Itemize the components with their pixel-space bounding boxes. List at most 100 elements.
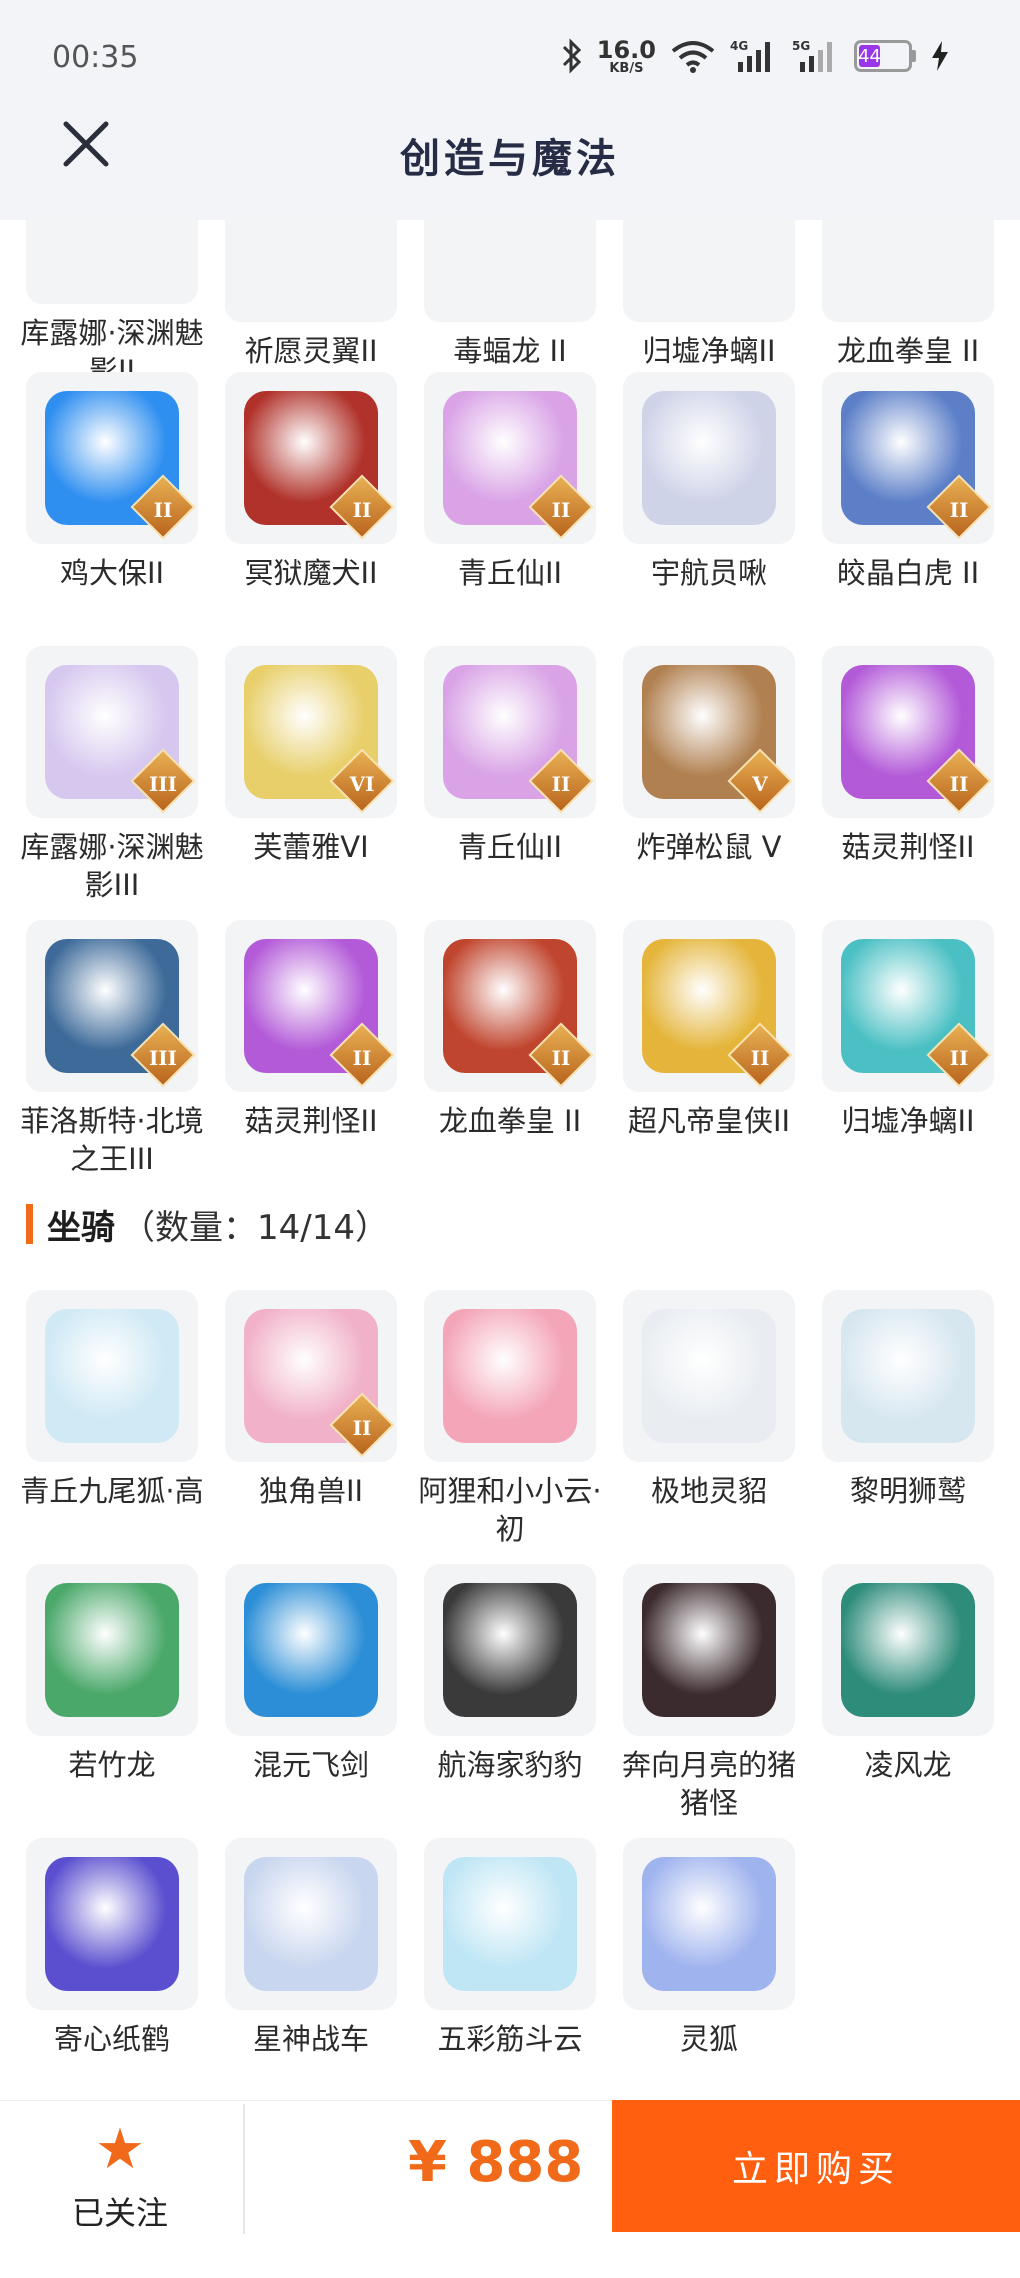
tier-label: II (551, 497, 571, 522)
net-speed: 16.0 KB/S (597, 38, 656, 75)
mount-thumbnail (424, 1290, 596, 1462)
pet-name: 祈愿灵翼II (244, 334, 378, 368)
pet-name: 宇航员啾 (650, 556, 767, 590)
pet-name: 龙血拳皇 II (438, 1104, 582, 1138)
pet-item[interactable]: II 菇灵荆怪II (822, 646, 994, 920)
tier-label: II (352, 497, 372, 522)
mount-item[interactable]: 阿狸和小小云·初 (418, 1290, 602, 1564)
pet-name: 皎晶白虎 II (836, 556, 980, 590)
pet-item[interactable]: 祈愿灵翼II (225, 220, 397, 390)
mount-thumbnail (623, 1290, 795, 1462)
pet-item[interactable]: II 皎晶白虎 II (822, 372, 994, 646)
mount-item[interactable]: 灵狐 (623, 1838, 795, 2100)
pet-name: 炸弹松鼠 V (636, 830, 782, 864)
tier-label: III (148, 771, 178, 796)
mount-name: 黎明狮鹫 (849, 1474, 966, 1508)
mount-item[interactable]: 航海家豹豹 (424, 1564, 596, 1838)
pet-item[interactable]: II 鸡大保II (26, 372, 198, 646)
section-accent-bar (26, 1204, 33, 1244)
mount-item[interactable]: 寄心纸鹤 (26, 1838, 198, 2100)
pet-item[interactable]: II 冥狱魔犬II (225, 372, 397, 646)
pet-item[interactable]: 宇航员啾 (623, 372, 795, 646)
mount-name: 青丘九尾狐·高 (20, 1474, 204, 1508)
pet-name: 菇灵荆怪II (841, 830, 975, 864)
mount-thumbnail (225, 1838, 397, 2010)
mount-thumbnail (424, 1564, 596, 1736)
signal-4g-icon: 4G (730, 39, 770, 72)
pet-item[interactable]: III 菲洛斯特·北境之王III (20, 920, 204, 1194)
tier-label: II (352, 1415, 372, 1440)
mount-item[interactable]: 若竹龙 (26, 1564, 198, 1838)
tier-label: V (752, 771, 768, 796)
pet-thumbnail: II (822, 920, 994, 1092)
mount-name: 若竹龙 (68, 1748, 156, 1782)
mount-name: 寄心纸鹤 (53, 2022, 170, 2056)
pirate-panda-icon (443, 1583, 577, 1717)
mount-name: 独角兽II (258, 1474, 364, 1508)
mount-item[interactable]: II 独角兽II (225, 1290, 397, 1564)
mount-name: 阿狸和小小云·初 (418, 1474, 602, 1546)
pet-item[interactable]: 库露娜·深渊魅影II (20, 220, 204, 390)
mounts-section-title: 坐骑 （数量：14/14） (26, 1202, 389, 1248)
mount-item[interactable]: 极地灵貂 (623, 1290, 795, 1564)
mount-item[interactable]: 凌风龙 (822, 1564, 994, 1838)
pet-item[interactable]: 毒蝠龙 II (424, 220, 596, 390)
pet-name: 库露娜·深渊魅影III (20, 830, 204, 902)
pet-thumbnail (424, 220, 596, 322)
pet-item[interactable]: II 菇灵荆怪II (225, 920, 397, 1194)
pet-item[interactable]: VI 芙蕾雅VI (225, 646, 397, 920)
net-speed-unit: KB/S (609, 60, 644, 76)
pet-item[interactable]: 归墟净螭II (623, 220, 795, 390)
paper-crane-icon (45, 1857, 179, 1991)
mount-item[interactable]: 青丘九尾狐·高 (20, 1290, 204, 1564)
svg-text:5G: 5G (792, 39, 810, 53)
pet-name: 青丘仙II (457, 556, 563, 590)
mount-item[interactable]: 混元飞剑 (225, 1564, 397, 1838)
mount-name: 灵狐 (679, 2022, 738, 2056)
bluetooth-icon (562, 38, 581, 74)
mounts-section-label: 坐骑 (47, 1207, 115, 1248)
pet-item[interactable]: 龙血拳皇 II (822, 220, 994, 390)
tier-label: II (949, 1045, 969, 1070)
pet-thumbnail (822, 220, 994, 322)
pet-thumbnail: III (26, 920, 198, 1092)
pet-item[interactable]: II 超凡帝皇侠II (623, 920, 795, 1194)
price: ¥ 888 (408, 2130, 584, 2195)
pet-thumbnail (623, 220, 795, 322)
mount-name: 极地灵貂 (650, 1474, 767, 1508)
tier-label: II (750, 1045, 770, 1070)
pet-name: 归墟净螭II (642, 334, 776, 368)
pet-item[interactable]: II 龙血拳皇 II (424, 920, 596, 1194)
pet-item[interactable]: II 青丘仙II (424, 646, 596, 920)
spirit-fox-icon (642, 1857, 776, 1991)
pet-item[interactable]: III 库露娜·深渊魅影III (20, 646, 204, 920)
pet-thumbnail: III (26, 646, 198, 818)
follow-button[interactable]: ★ 已关注 (50, 2118, 190, 2238)
pet-name: 芙蕾雅VI (253, 830, 369, 864)
mount-item[interactable]: 黎明狮鹫 (822, 1290, 994, 1564)
mount-name: 星神战车 (252, 2022, 369, 2056)
pet-name: 鸡大保II (59, 556, 165, 590)
pet-item[interactable]: V 炸弹松鼠 V (623, 646, 795, 920)
mount-name: 航海家豹豹 (437, 1748, 583, 1782)
content-scroll[interactable]: 库露娜·深渊魅影II 祈愿灵翼II 毒蝠龙 II 归墟净螭II 龙血拳皇 II II 鸡大… (0, 220, 1020, 2100)
marten-icon (642, 1309, 776, 1443)
mount-thumbnail (623, 1838, 795, 2010)
pet-thumbnail: II (225, 920, 397, 1092)
mount-item[interactable]: 星神战车 (225, 1838, 397, 2100)
pet-thumbnail: V (623, 646, 795, 818)
pet-item[interactable]: II 青丘仙II (424, 372, 596, 646)
pet-thumbnail: VI (225, 646, 397, 818)
pet-thumbnail: II (424, 646, 596, 818)
pet-name: 毒蝠龙 II (453, 334, 567, 368)
mount-item[interactable]: 奔向月亮的猪猪怪 (622, 1564, 796, 1838)
mount-item[interactable]: 五彩筋斗云 (424, 1838, 596, 2100)
mount-name: 五彩筋斗云 (437, 2022, 583, 2056)
follow-label: 已关注 (71, 2194, 168, 2232)
status-time: 00:35 (52, 40, 139, 75)
pet-item[interactable]: II 归墟净螭II (822, 920, 994, 1194)
battery-indicator: 44 (854, 40, 916, 72)
pet-name: 菲洛斯特·北境之王III (20, 1104, 204, 1176)
buy-now-button[interactable]: 立即购买 (612, 2100, 1020, 2232)
star-icon: ★ (94, 2117, 146, 2182)
